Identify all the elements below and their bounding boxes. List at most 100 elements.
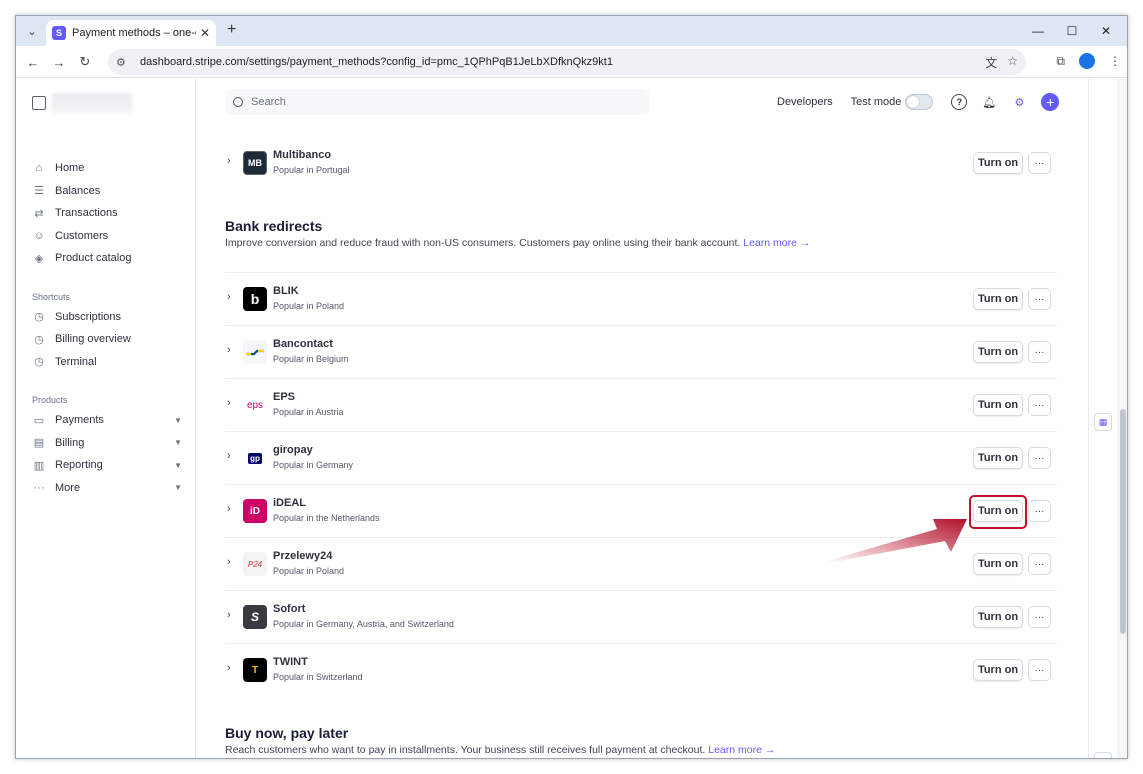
chevron-right-icon[interactable]: › [227, 609, 231, 621]
turn-on-button[interactable]: Turn on [973, 394, 1023, 416]
sidebar-item-label: Reporting [55, 459, 103, 472]
forward-icon[interactable]: → [50, 53, 68, 71]
sofort-logo: S [243, 605, 267, 629]
help-icon[interactable]: ? [951, 94, 968, 110]
customers-icon: ☺ [33, 229, 45, 242]
apps-icon[interactable]: ▦ [1094, 413, 1112, 431]
browser-tab[interactable]: S Payment methods – one-examp ✕ [46, 20, 216, 46]
more-options-button[interactable]: ··· [1028, 606, 1051, 628]
payment-method-subtitle: Popular in Switzerland [273, 672, 363, 682]
more-options-button[interactable]: ··· [1028, 500, 1051, 522]
payment-method-subtitle: Popular in the Netherlands [273, 513, 380, 523]
learn-more-link[interactable]: Learn more → [708, 744, 775, 756]
multibanco-logo: MB [243, 151, 267, 175]
turn-on-button[interactable]: Turn on [973, 152, 1023, 174]
payment-method-name: Multibanco [273, 149, 332, 161]
account-switcher[interactable] [32, 93, 132, 113]
more-options-button[interactable]: ··· [1028, 152, 1051, 174]
site-info-icon[interactable]: ⚙ [116, 56, 132, 69]
turn-on-button[interactable]: Turn on [973, 341, 1023, 363]
test-mode-toggle[interactable] [905, 94, 934, 110]
chevron-right-icon[interactable]: › [227, 397, 231, 409]
sidebar-item-product-catalog[interactable]: ◈ Product catalog [32, 247, 182, 270]
reporting-icon: ▥ [33, 459, 45, 472]
profile-avatar[interactable] [1079, 53, 1095, 69]
payment-method-row-sofort: › S Sofort Popular in Germany, Austria, … [225, 590, 1057, 643]
payment-method-name: Przelewy24 [273, 550, 333, 562]
reload-icon[interactable]: ↻ [76, 53, 94, 71]
turn-on-button[interactable]: Turn on [973, 659, 1023, 681]
przelewy24-logo: P24 [243, 552, 267, 576]
chevron-right-icon[interactable]: › [227, 450, 231, 462]
search-input[interactable]: Search [225, 89, 649, 115]
close-window-button[interactable]: ✕ [1089, 20, 1123, 42]
bancontact-logo [243, 340, 267, 364]
minimize-button[interactable]: — [1021, 20, 1055, 42]
extensions-icon[interactable]: ⧉ [1056, 54, 1065, 69]
tab-close-icon[interactable]: ✕ [200, 26, 210, 40]
sidebar-item-label: Transactions [55, 207, 118, 220]
chevron-right-icon[interactable]: › [227, 503, 231, 515]
search-placeholder: Search [251, 96, 286, 108]
more-options-button[interactable]: ··· [1028, 447, 1051, 469]
payment-method-row-bancontact: › Bancontact Popular in Belgium Turn on … [225, 325, 1057, 378]
sidebar-item-home[interactable]: ⌂ Home [32, 157, 182, 180]
sidebar-item-transactions[interactable]: ⇄ Transactions [32, 202, 182, 225]
more-options-button[interactable]: ··· [1028, 553, 1051, 575]
sidebar-item-subscriptions[interactable]: ◷ Subscriptions [32, 306, 182, 329]
home-icon: ⌂ [35, 162, 43, 175]
more-options-button[interactable]: ··· [1028, 394, 1051, 416]
sidebar-item-billing[interactable]: ▤ Billing ▼ [32, 432, 182, 455]
ideal-logo: iD [243, 499, 267, 523]
address-bar[interactable]: ⚙ dashboard.stripe.com/settings/payment_… [108, 49, 1026, 75]
payment-method-subtitle: Popular in Austria [273, 407, 344, 417]
turn-on-button[interactable]: Turn on [973, 606, 1023, 628]
sidebar-item-balances[interactable]: ☰ Balances [32, 180, 182, 203]
browser-window: ⌄ S Payment methods – one-examp ✕ + — ☐ … [15, 15, 1128, 759]
sidebar-item-reporting[interactable]: ▥ Reporting ▼ [32, 454, 182, 477]
chevron-right-icon[interactable]: › [227, 344, 231, 356]
translate-icon[interactable]: 文 [985, 54, 997, 71]
back-icon[interactable]: ← [24, 53, 42, 71]
chevron-right-icon[interactable]: › [227, 291, 231, 303]
bookmark-star-icon[interactable]: ☆ [1007, 54, 1018, 71]
section-title-bank-redirects: Bank redirects [225, 218, 323, 234]
settings-gear-icon[interactable]: ⚙ [1011, 94, 1027, 110]
payment-method-row-multibanco: › MB Multibanco Popular in Portugal Turn… [225, 137, 1057, 190]
developers-link[interactable]: Developers [777, 96, 833, 108]
chevron-right-icon[interactable]: › [227, 155, 231, 167]
twint-logo: T [243, 658, 267, 682]
scroll-thumb[interactable] [1120, 409, 1126, 634]
page-scrollbar[interactable] [1117, 79, 1127, 758]
sidebar-item-more[interactable]: ··· More ▼ [32, 477, 183, 500]
sidebar-item-label: More [55, 481, 81, 494]
sidebar-item-payments[interactable]: ▭ Payments ▼ [32, 409, 182, 432]
create-plus-button[interactable]: + [1041, 93, 1060, 111]
learn-more-link[interactable]: Learn more → [743, 237, 810, 249]
shortcuts-heading: Shortcuts [32, 291, 71, 302]
turn-on-button[interactable]: Turn on [973, 288, 1023, 310]
search-icon [233, 97, 243, 107]
giropay-logo-text: gp [248, 452, 262, 464]
more-options-button[interactable]: ··· [1028, 659, 1051, 681]
turn-on-button[interactable]: Turn on [973, 553, 1023, 575]
sidebar-item-terminal[interactable]: ◷ Terminal [32, 351, 182, 374]
new-tab-button[interactable]: + [227, 21, 236, 39]
turn-on-button[interactable]: Turn on [973, 447, 1023, 469]
payment-method-subtitle: Popular in Poland [273, 566, 345, 576]
terminal-icon[interactable]: ▸ [1094, 752, 1112, 758]
sidebar-item-billing-overview[interactable]: ◷ Billing overview [32, 328, 182, 351]
more-options-button[interactable]: ··· [1028, 341, 1051, 363]
section-desc-text: Reach customers who want to pay in insta… [225, 744, 706, 756]
tab-search-button[interactable]: ⌄ [22, 21, 42, 41]
sidebar-item-customers[interactable]: ☺ Customers [32, 225, 182, 248]
chevron-right-icon[interactable]: › [227, 556, 231, 568]
store-icon [32, 96, 46, 110]
maximize-button[interactable]: ☐ [1055, 20, 1089, 42]
payment-method-name: TWINT [273, 656, 308, 668]
chevron-right-icon[interactable]: › [227, 662, 231, 674]
more-options-button[interactable]: ··· [1028, 288, 1051, 310]
notifications-bell-icon[interactable]: 🔔︎ [981, 94, 997, 110]
payment-method-subtitle: Popular in Portugal [273, 165, 350, 175]
browser-menu-icon[interactable]: ⋮ [1109, 54, 1121, 68]
